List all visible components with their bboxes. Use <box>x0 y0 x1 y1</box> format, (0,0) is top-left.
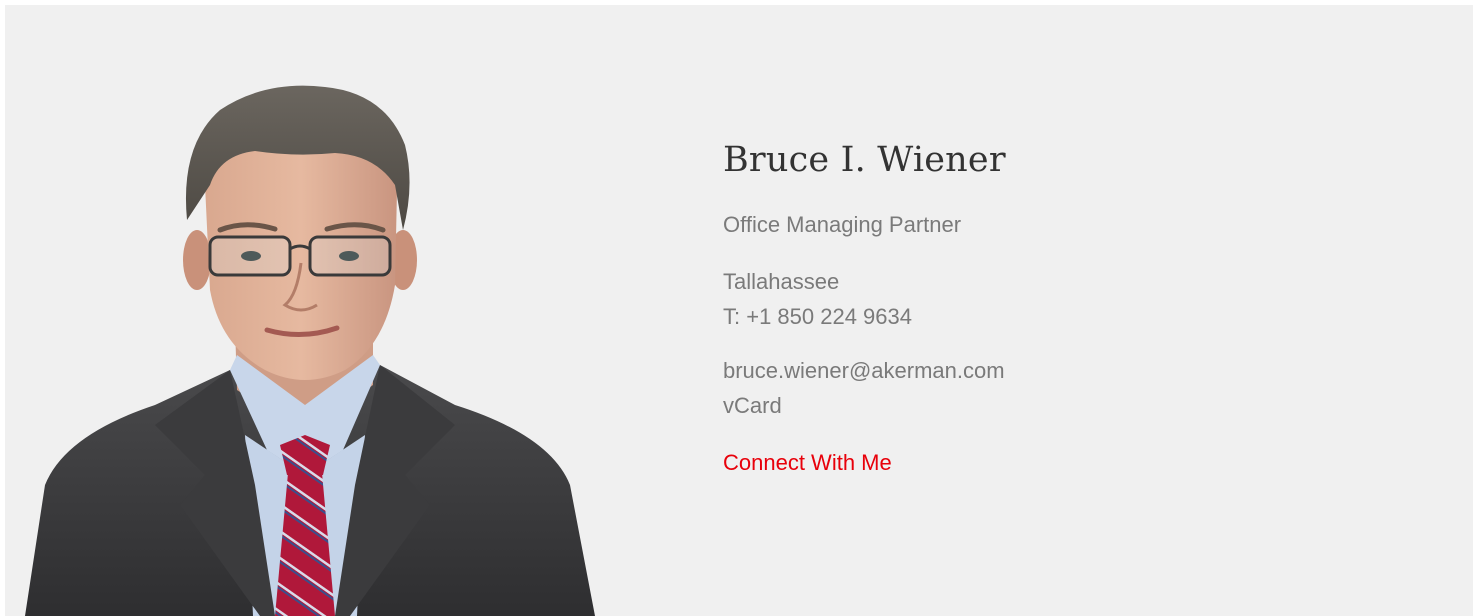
office-block: Tallahassee T: +1 850 224 9634 <box>723 264 1323 334</box>
connect-with-me-link[interactable]: Connect With Me <box>723 449 892 477</box>
attorney-position: Office Managing Partner <box>723 212 962 237</box>
email-link[interactable]: bruce.wiener@akerman.com <box>723 353 1323 388</box>
attorney-portrait <box>5 5 605 616</box>
vcard-link[interactable]: vCard <box>723 388 1323 423</box>
contact-block: bruce.wiener@akerman.com vCard <box>723 353 1323 423</box>
phone-link[interactable]: T: +1 850 224 9634 <box>723 299 1323 334</box>
attorney-profile-card: Bruce I. Wiener Office Managing Partner … <box>5 5 1473 616</box>
office-link[interactable]: Tallahassee <box>723 264 1323 299</box>
profile-details: Bruce I. Wiener Office Managing Partner … <box>723 139 1323 477</box>
attorney-name: Bruce I. Wiener <box>723 140 1006 180</box>
